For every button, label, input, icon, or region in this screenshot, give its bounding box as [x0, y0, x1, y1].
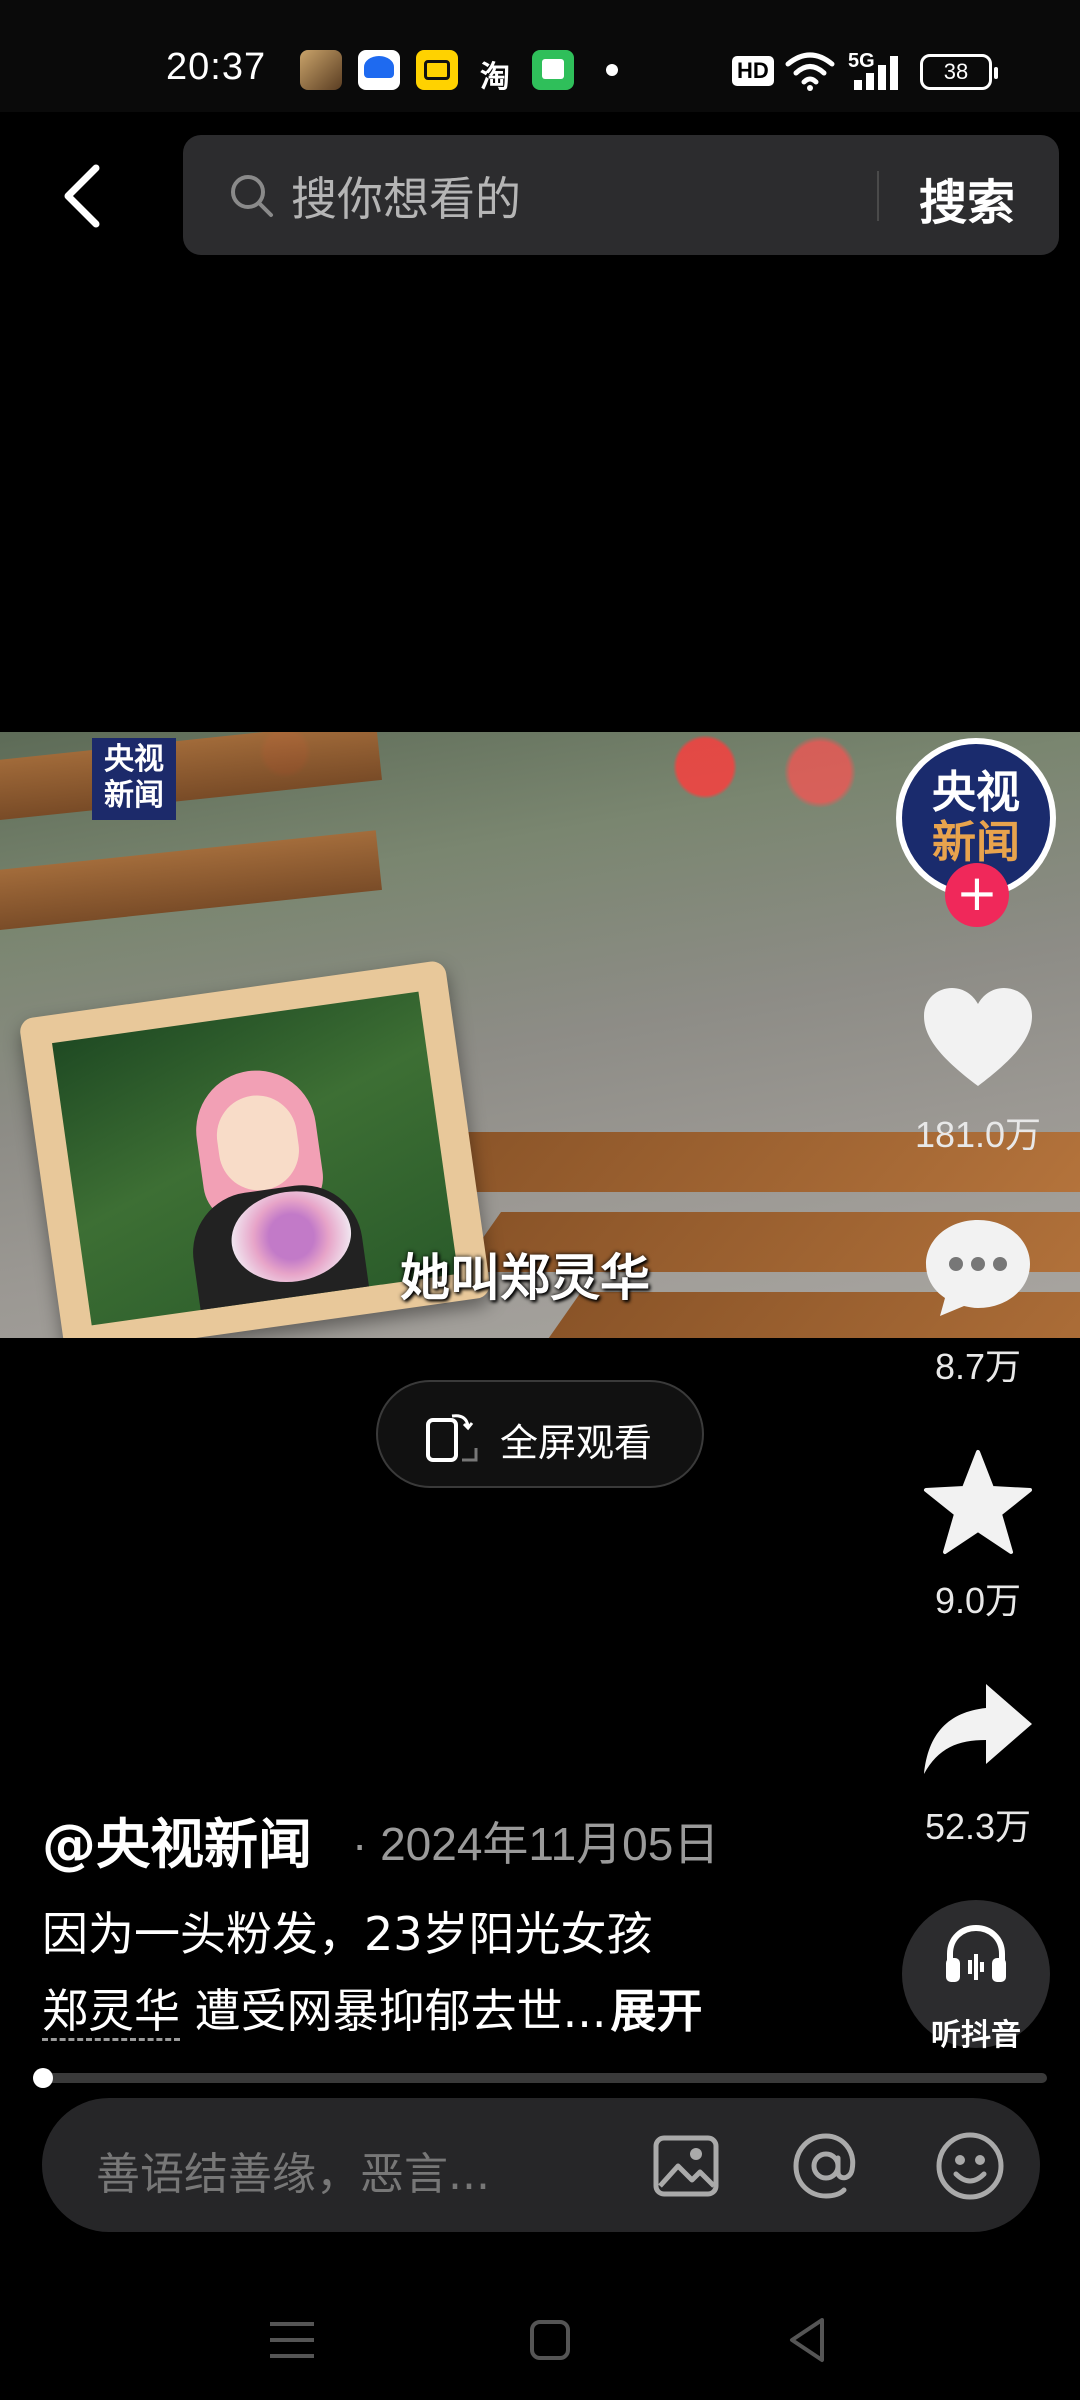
description-tag-link[interactable]: 郑灵华	[42, 1984, 180, 2041]
back-triangle-icon[interactable]	[778, 2310, 838, 2370]
headphones-icon	[946, 1924, 1006, 1982]
signal-icon	[854, 56, 898, 90]
follow-button[interactable]: +	[945, 863, 1009, 927]
channel-logo-bottom: 新闻	[104, 778, 164, 813]
fullscreen-button[interactable]: 全屏观看	[376, 1380, 704, 1488]
status-bar: 20:37 淘 HD 5G 38	[0, 0, 1080, 112]
description-line-2: 郑灵华 遭受网暴抑郁去世...展开	[42, 1975, 703, 2041]
battery-indicator: 38	[920, 54, 998, 90]
mention-icon[interactable]	[788, 2128, 864, 2204]
star-icon[interactable]	[918, 1448, 1038, 1558]
listen-button[interactable]: 听抖音	[902, 1900, 1050, 2053]
search-divider	[877, 171, 879, 221]
channel-logo: 央视 新闻	[92, 738, 176, 820]
progress-knob[interactable]	[33, 2068, 54, 2088]
bench-slat	[0, 732, 382, 824]
search-icon	[231, 175, 273, 217]
fullscreen-label: 全屏观看	[500, 1421, 653, 1465]
share-count: 52.3万	[924, 1806, 1032, 1847]
hd-icon: HD	[732, 56, 774, 86]
channel-logo-top: 央视	[104, 742, 164, 777]
menu-icon[interactable]	[262, 2310, 322, 2370]
description-text: 遭受网暴抑郁去世...	[180, 1984, 607, 2038]
chevron-left-icon	[64, 164, 100, 228]
favorite-count: 9.0万	[934, 1580, 1022, 1621]
news-app-icon	[358, 50, 400, 90]
description-line-1: 因为一头粉发，23岁阳光女孩	[42, 1907, 653, 1961]
message-app-icon	[532, 50, 574, 90]
post-date: · 2024年11月05日	[352, 1818, 720, 1870]
comment-count: 8.7万	[934, 1346, 1022, 1387]
image-icon[interactable]	[648, 2128, 724, 2204]
system-nav-bar	[0, 2270, 1080, 2400]
portrait-photo	[52, 991, 459, 1326]
game-app-icon	[300, 50, 342, 90]
expand-button[interactable]: 展开	[611, 1984, 703, 2038]
back-button[interactable]	[52, 160, 116, 232]
search-input[interactable]: 搜你想看的	[291, 163, 521, 229]
like-count: 181.0万	[914, 1114, 1042, 1155]
bench-slat	[0, 830, 382, 934]
taobao-icon: 淘	[480, 61, 510, 94]
author-name-link[interactable]: @央视新闻	[42, 1800, 312, 1879]
wifi-icon	[785, 52, 835, 91]
avatar-logo-top: 央视	[932, 767, 1020, 818]
notification-dot-icon	[606, 64, 618, 76]
comment-bar[interactable]: 善语结善缘，恶言...	[42, 2098, 1040, 2232]
share-icon[interactable]	[918, 1678, 1038, 1788]
video-subtitle: 她叫郑灵华	[400, 1248, 650, 1307]
comment-input[interactable]: 善语结善缘，恶言...	[96, 2138, 490, 2202]
comment-icon[interactable]	[918, 1212, 1038, 1322]
tv-app-icon	[416, 50, 458, 90]
rotate-screen-icon	[426, 1414, 478, 1462]
listen-label: 听抖音	[931, 2018, 1021, 2053]
home-icon[interactable]	[520, 2310, 580, 2370]
emoji-icon[interactable]	[932, 2128, 1008, 2204]
avatar-logo-bottom: 新闻	[932, 817, 1020, 868]
heart-icon[interactable]	[918, 984, 1038, 1094]
search-box[interactable]: 搜你想看的 搜索	[183, 135, 1059, 255]
search-button[interactable]: 搜索	[919, 163, 1015, 233]
progress-bar[interactable]	[33, 2073, 1047, 2083]
status-time: 20:37	[166, 46, 267, 88]
